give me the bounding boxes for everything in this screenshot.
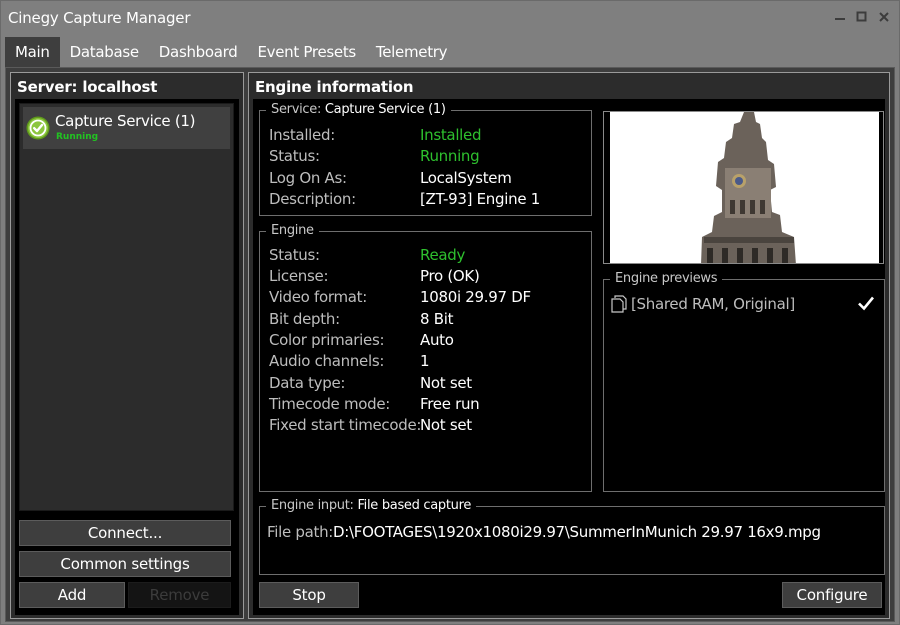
row-key: Installed: xyxy=(269,126,335,144)
row-key: Video format: xyxy=(269,288,367,306)
app-window: Cinegy Capture Manager Main Database Das… xyxy=(0,0,900,625)
server-title: Server: localhost xyxy=(17,78,158,96)
window-title: Cinegy Capture Manager xyxy=(8,9,191,27)
checkmark-icon xyxy=(858,296,875,311)
row-value: 1 xyxy=(420,352,430,370)
row-key: Audio channels: xyxy=(269,352,385,370)
file-path-label: File path: xyxy=(267,523,334,541)
row-value: Auto xyxy=(420,331,454,349)
row-value: Not set xyxy=(420,416,472,434)
row-value: Pro (OK) xyxy=(420,267,480,285)
close-icon xyxy=(879,12,889,22)
row-value: 8 Bit xyxy=(420,310,454,328)
server-panel-body: Capture Service (1) Running Connect... C… xyxy=(15,99,239,615)
row-key: Log On As: xyxy=(269,169,347,187)
row-key: Status: xyxy=(269,246,320,264)
input-legend-value: File based capture xyxy=(357,498,472,513)
document-copy-icon xyxy=(611,295,627,313)
main-tab-bar: Main Database Dashboard Event Presets Te… xyxy=(5,37,895,67)
row-key: Status: xyxy=(269,147,320,165)
configure-button[interactable]: Configure xyxy=(782,582,882,608)
input-legend-label: Engine input: xyxy=(271,498,354,513)
common-settings-button[interactable]: Common settings xyxy=(19,551,231,577)
tab-event-presets[interactable]: Event Presets xyxy=(247,37,365,67)
connect-button[interactable]: Connect... xyxy=(19,520,231,546)
service-list-item[interactable]: Capture Service (1) Running xyxy=(23,107,230,149)
service-group: Service: Capture Service (1) Installed: I… xyxy=(259,103,592,216)
add-button[interactable]: Add xyxy=(19,582,125,608)
row-key: Description: xyxy=(269,190,356,208)
preview-label: [Shared RAM, Original] xyxy=(631,295,795,313)
row-key: License: xyxy=(269,267,329,285)
title-bar[interactable]: Cinegy Capture Manager xyxy=(1,1,899,35)
minimize-icon xyxy=(835,18,845,20)
preview-image xyxy=(604,112,883,263)
check-circle-icon xyxy=(26,116,50,140)
minimize-button[interactable] xyxy=(831,10,849,24)
row-value: Ready xyxy=(420,246,466,264)
file-path-value: D:\FOOTAGES\1920x1080i29.97\SummerInMuni… xyxy=(333,523,821,541)
row-value: Not set xyxy=(420,374,472,392)
tab-database[interactable]: Database xyxy=(60,37,149,67)
engine-previews-group: Engine previews [Shared RAM, Original] xyxy=(603,272,885,492)
row-key: Data type: xyxy=(269,374,346,392)
engine-previews-legend: Engine previews xyxy=(615,271,718,286)
tab-dashboard[interactable]: Dashboard xyxy=(149,37,248,67)
remove-button[interactable]: Remove xyxy=(128,582,231,608)
engine-input-group: Engine input: File based capture File pa… xyxy=(259,499,885,575)
row-value: Running xyxy=(420,147,480,165)
service-group-legend: Service: Capture Service (1) xyxy=(266,103,451,117)
stop-button[interactable]: Stop xyxy=(259,582,359,608)
engine-title: Engine information xyxy=(255,78,414,96)
service-name: Capture Service (1) xyxy=(55,112,196,130)
service-legend-value: Capture Service (1) xyxy=(324,102,446,117)
row-value: Installed xyxy=(420,126,482,144)
maximize-button[interactable] xyxy=(853,10,871,24)
row-key: Bit depth: xyxy=(269,310,340,328)
service-list[interactable]: Capture Service (1) Running xyxy=(19,103,234,511)
main-tab-content: Server: localhost Capture Service (1) Ru… xyxy=(5,67,895,622)
tab-main[interactable]: Main xyxy=(5,37,60,67)
row-key: Fixed start timecode: xyxy=(269,416,422,434)
preview-list-item[interactable]: [Shared RAM, Original] xyxy=(611,294,875,316)
row-value: LocalSystem xyxy=(420,169,512,187)
row-key: Timecode mode: xyxy=(269,395,391,413)
service-status-badge: Running xyxy=(56,132,99,142)
tab-telemetry[interactable]: Telemetry xyxy=(366,37,457,67)
row-value: [ZT-93] Engine 1 xyxy=(420,190,540,208)
engine-panel-body: Service: Capture Service (1) Installed: I… xyxy=(253,99,885,615)
engine-group-legend: Engine xyxy=(271,223,314,238)
engine-input-legend: Engine input: File based capture xyxy=(266,499,476,513)
row-key: Color primaries: xyxy=(269,331,385,349)
row-value: 1080i 29.97 DF xyxy=(420,288,531,306)
server-panel: Server: localhost Capture Service (1) Ru… xyxy=(10,72,244,619)
engine-panel: Engine information Service: Capture Serv… xyxy=(248,72,890,619)
video-preview xyxy=(603,111,884,264)
service-legend-label: Service: xyxy=(271,102,322,117)
close-button[interactable] xyxy=(875,10,893,24)
row-value: Free run xyxy=(420,395,480,413)
maximize-icon xyxy=(856,11,867,22)
window-controls xyxy=(831,10,893,24)
engine-group: Engine Status: Ready License: Pro (OK) Vid… xyxy=(259,224,592,492)
